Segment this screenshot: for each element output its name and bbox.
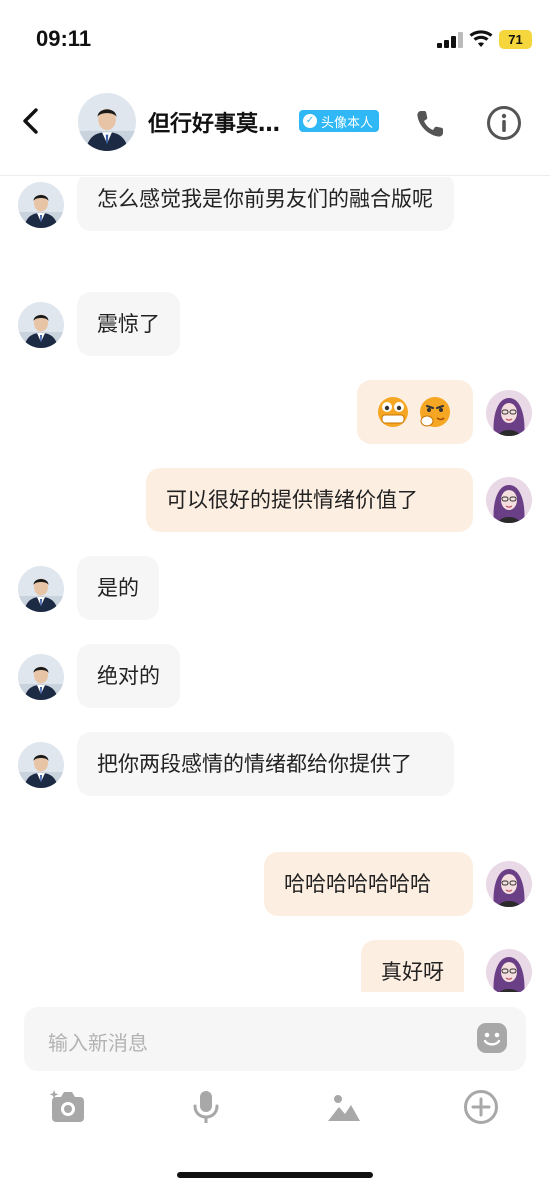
user-avatar[interactable] bbox=[486, 949, 532, 992]
user-avatar[interactable] bbox=[486, 861, 532, 907]
contact-avatar[interactable] bbox=[18, 182, 64, 228]
camera-icon[interactable] bbox=[49, 1088, 87, 1126]
chevron-left-icon[interactable] bbox=[16, 106, 46, 136]
wifi-icon bbox=[469, 30, 493, 47]
chat-header: 但行好事莫… ✓ 头像本人 bbox=[0, 80, 550, 176]
smiley-icon[interactable] bbox=[475, 1021, 509, 1055]
message-bubble[interactable]: 可以很好的提供情绪价值了 bbox=[146, 468, 473, 532]
info-icon[interactable] bbox=[486, 105, 522, 141]
contact-avatar[interactable] bbox=[78, 93, 136, 151]
message-bubble[interactable]: 震惊了 bbox=[77, 292, 180, 356]
message-bubble[interactable]: 真好呀 bbox=[361, 940, 464, 992]
status-bar: 09:11 71 bbox=[0, 0, 550, 80]
user-avatar[interactable] bbox=[486, 477, 532, 523]
home-indicator[interactable] bbox=[177, 1172, 373, 1178]
check-icon: ✓ bbox=[303, 114, 317, 128]
contact-avatar[interactable] bbox=[18, 302, 64, 348]
contact-name[interactable]: 但行好事莫… bbox=[148, 106, 296, 138]
plus-circle-icon[interactable] bbox=[462, 1088, 500, 1126]
contact-avatar[interactable] bbox=[18, 566, 64, 612]
image-icon[interactable] bbox=[325, 1088, 363, 1126]
emoji-sticker-icon bbox=[378, 397, 450, 427]
message-input[interactable]: 输入新消息 bbox=[24, 1007, 526, 1071]
message-bubble[interactable]: 是的 bbox=[77, 556, 159, 620]
message-bubble[interactable]: 绝对的 bbox=[77, 644, 180, 708]
battery-level: 71 bbox=[499, 30, 532, 49]
user-avatar[interactable] bbox=[486, 390, 532, 436]
message-input-placeholder: 输入新消息 bbox=[48, 1031, 148, 1055]
verified-badge: ✓ 头像本人 bbox=[299, 110, 380, 132]
verified-badge-label: 头像本人 bbox=[321, 115, 374, 131]
contact-avatar[interactable] bbox=[18, 654, 64, 700]
message-bubble[interactable]: 怎么感觉我是你前男友们的融合版呢 bbox=[77, 177, 454, 231]
status-time: 09:11 bbox=[36, 26, 92, 51]
phone-icon[interactable] bbox=[412, 106, 448, 142]
input-toolbar bbox=[0, 1084, 550, 1134]
signal-icon bbox=[437, 32, 463, 48]
contact-avatar[interactable] bbox=[18, 742, 64, 788]
message-bubble[interactable]: 把你两段感情的情绪都给你提供了 bbox=[77, 732, 454, 796]
sticker-bubble[interactable] bbox=[357, 380, 473, 444]
message-list[interactable]: 怎么感觉我是你前男友们的融合版呢 震惊了 可以很好的提供情绪价值了 是的 绝对的… bbox=[0, 177, 550, 992]
message-bubble[interactable]: 哈哈哈哈哈哈哈 bbox=[264, 852, 473, 916]
microphone-icon[interactable] bbox=[187, 1088, 225, 1126]
